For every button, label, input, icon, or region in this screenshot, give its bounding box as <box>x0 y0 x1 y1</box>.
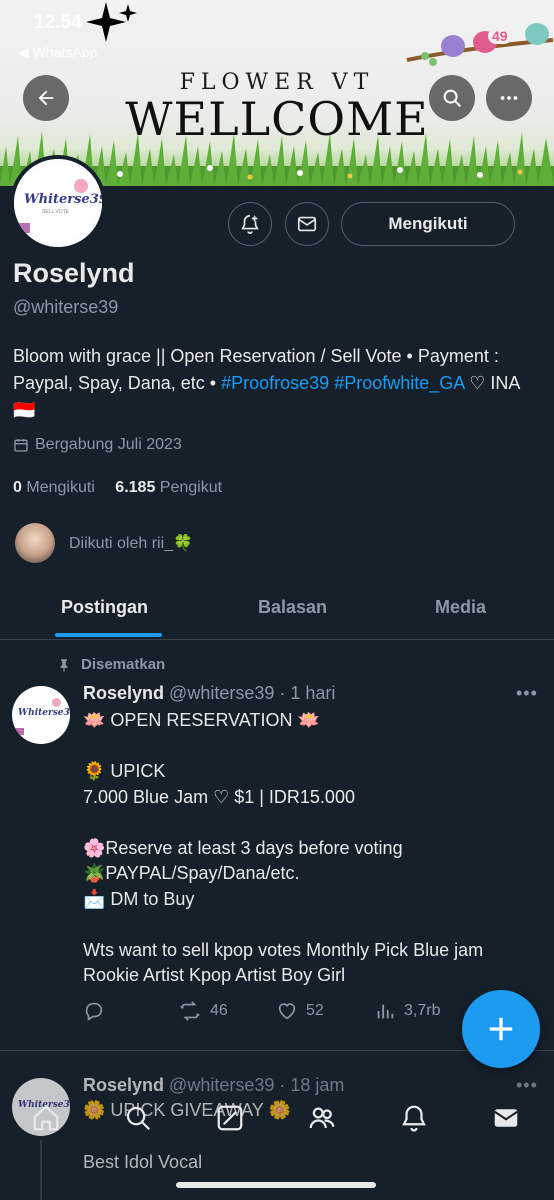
repost-icon <box>180 1001 200 1021</box>
joined-date: Bergabung Juli 2023 <box>13 436 182 454</box>
avatar-flower-decoration <box>52 698 61 707</box>
status-back-link[interactable]: ◀ WhatsApp <box>18 44 97 61</box>
profile-name: Roselynd <box>13 258 135 288</box>
tab-replies[interactable]: Balasan <box>258 597 327 618</box>
joined-label: Bergabung Juli 2023 <box>35 436 182 453</box>
thread-line <box>40 1140 42 1200</box>
profile-bio: Bloom with grace || Open Reservation / S… <box>13 343 533 424</box>
post-body: 🪷 OPEN RESERVATION 🪷 🌻 UPICK 7.000 Blue … <box>83 710 484 985</box>
views-bars-icon <box>377 1004 394 1019</box>
like-count: 52 <box>306 1002 324 1019</box>
views-count: 3,7rb <box>404 1002 441 1019</box>
bell-plus-icon <box>241 214 259 234</box>
profile-tabs: Postingan Balasan Media <box>0 583 554 640</box>
post-avatar[interactable]: Whiterse39 <box>12 686 70 744</box>
battery-badge: 49 <box>488 28 512 44</box>
avatar-logo-text: Whiterse39 <box>18 708 70 718</box>
nav-communities[interactable] <box>304 1100 340 1136</box>
calendar-icon <box>14 439 28 452</box>
birds-branch-decoration <box>406 23 554 66</box>
message-button[interactable] <box>285 202 329 246</box>
post-author-name[interactable]: Roselynd <box>83 683 164 703</box>
following-label: Mengikuti <box>26 479 95 496</box>
reply-icon <box>85 1002 103 1021</box>
post-line: Best Idol Vocal <box>83 1152 203 1172</box>
pinned-label: Disematkan <box>57 656 165 673</box>
mail-icon <box>494 1109 518 1127</box>
home-indicator[interactable] <box>176 1182 376 1188</box>
tab-media[interactable]: Media <box>435 597 486 618</box>
more-horizontal-icon <box>500 96 518 100</box>
arrow-left-icon <box>38 90 54 106</box>
follow-stats: 0 Mengikuti 6.185 Pengikut <box>13 479 222 497</box>
nav-search[interactable] <box>120 1100 156 1136</box>
tab-posts[interactable]: Postingan <box>61 597 148 618</box>
search-icon <box>126 1106 151 1131</box>
more-options-button[interactable] <box>486 75 532 121</box>
followed-by-text: Diikuti oleh rii_🍀 <box>69 535 193 552</box>
bottom-navigation <box>0 1088 554 1148</box>
avatar-logo-subtext: SELL VOTE <box>42 209 70 215</box>
nav-home[interactable] <box>28 1100 64 1136</box>
people-icon <box>309 1107 335 1129</box>
like-button[interactable]: 52 <box>276 1000 324 1022</box>
hashtag-link[interactable]: #Proofrose39 <box>221 373 329 393</box>
nav-messages[interactable] <box>488 1100 524 1136</box>
following-link[interactable]: 0 Mengikuti <box>13 479 95 496</box>
followers-link[interactable]: 6.185 Pengikut <box>115 479 222 496</box>
repost-button[interactable]: 46 <box>178 1000 228 1022</box>
post-header: Roselynd @whiterse39 · 1 hari <box>83 683 335 704</box>
following-button[interactable]: Mengikuti <box>341 202 515 246</box>
pinned-text: Disematkan <box>81 656 166 673</box>
followed-by[interactable]: Diikuti oleh rii_🍀 <box>15 523 193 563</box>
views-button[interactable]: 3,7rb <box>374 1000 440 1022</box>
grok-icon <box>217 1105 243 1131</box>
post-meta: @whiterse39 · 1 hari <box>169 683 336 703</box>
nav-notifications[interactable] <box>396 1100 432 1136</box>
avatar-flower-decoration <box>74 179 88 193</box>
search-button[interactable] <box>429 75 475 121</box>
compose-button[interactable] <box>462 990 540 1068</box>
profile-avatar[interactable]: Whiterse39 SELL VOTE <box>10 155 106 251</box>
bell-icon <box>402 1105 426 1132</box>
hashtag-link[interactable]: #Proofwhite_GA <box>334 373 464 393</box>
home-icon <box>33 1105 59 1131</box>
back-button[interactable] <box>23 75 69 121</box>
followers-label: Pengikut <box>159 479 223 496</box>
mail-icon <box>297 216 317 232</box>
notify-button[interactable] <box>228 202 272 246</box>
reply-button[interactable] <box>83 1000 105 1022</box>
sparkle-icon <box>86 2 137 42</box>
followers-count: 6.185 <box>115 479 156 496</box>
status-time: 12.54 <box>34 12 82 33</box>
pin-icon <box>60 658 68 672</box>
avatar-logo-text: Whiterse39 <box>24 192 106 207</box>
search-icon <box>443 89 461 107</box>
profile-handle: @whiterse39 <box>13 297 119 317</box>
repost-count: 46 <box>210 1002 228 1019</box>
following-count: 0 <box>13 479 22 496</box>
nav-grok[interactable] <box>212 1100 248 1136</box>
avatar-ribbon-decoration <box>16 223 30 233</box>
plus-icon <box>489 1017 513 1041</box>
post-more-button[interactable]: ••• <box>516 683 538 704</box>
follower-avatar <box>15 523 55 563</box>
avatar-ribbon-decoration <box>14 728 24 735</box>
active-tab-indicator <box>55 633 162 637</box>
heart-icon <box>278 1003 296 1020</box>
